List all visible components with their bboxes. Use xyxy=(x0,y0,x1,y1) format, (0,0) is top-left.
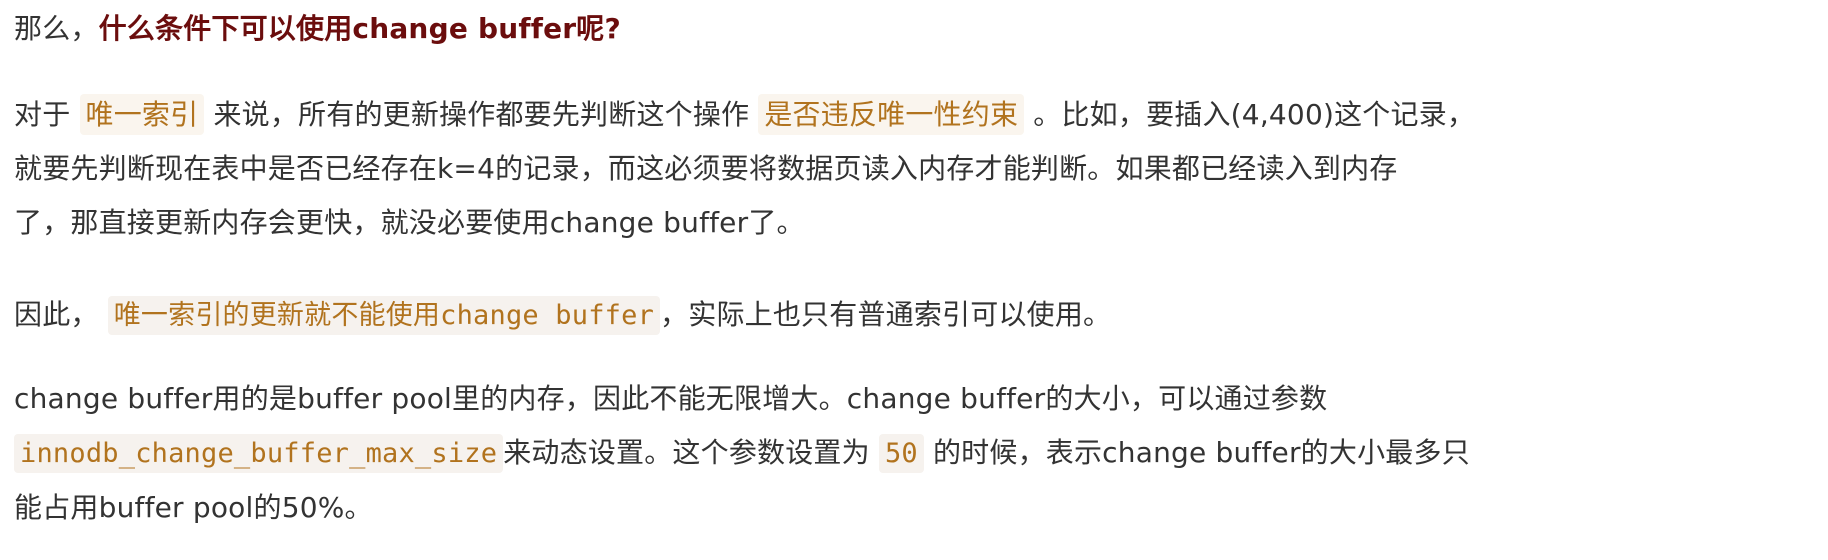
question-paragraph: 那么，什么条件下可以使用change buffer呢? xyxy=(14,2,621,56)
paragraph-line: 对于 唯一索引 来说，所有的更新操作都要先判断这个操作 是否违反唯一性约束 。比… xyxy=(14,88,1475,142)
unique-index-paragraph: 对于 唯一索引 来说，所有的更新操作都要先判断这个操作 是否违反唯一性约束 。比… xyxy=(14,88,1475,250)
paragraph-line: 能占用buffer pool的50%。 xyxy=(14,491,373,524)
text-segment: 对于 xyxy=(14,98,71,131)
paragraph-line: 就要先判断现在表中是否已经存在k=4的记录，而这必须要将数据页读入内存才能判断。… xyxy=(14,152,1398,185)
question-bold: 什么条件下可以使用change buffer呢? xyxy=(98,12,621,45)
change-buffer-size-paragraph: change buffer用的是buffer pool里的内存，因此不能无限增大… xyxy=(14,372,1470,535)
conclusion-paragraph: 因此， 唯一索引的更新就不能使用change buffer ，实际上也只有普通索引… xyxy=(14,288,1111,343)
paragraph-line: innodb_change_buffer_max_size 来动态设置。这个参数设… xyxy=(14,426,1470,481)
text-segment: 的时候，表示change buffer的大小最多只 xyxy=(932,436,1470,469)
paragraph-line: 了，那直接更新内存会更快，就没必要使用change buffer了。 xyxy=(14,206,805,239)
highlight-conclusion: 唯一索引的更新就不能使用change buffer xyxy=(107,296,661,335)
code-param-value: 50 xyxy=(878,434,924,473)
text-segment: 来动态设置。这个参数设置为 xyxy=(503,436,870,469)
highlight-unique-constraint: 是否违反唯一性约束 xyxy=(758,94,1025,135)
text-segment: 因此， xyxy=(14,298,99,331)
text-segment: 来说，所有的更新操作都要先判断这个操作 xyxy=(213,98,750,131)
question-lead: 那么， xyxy=(14,12,99,45)
code-param-name: innodb_change_buffer_max_size xyxy=(14,434,504,473)
text-segment: ，实际上也只有普通索引可以使用。 xyxy=(660,298,1112,331)
document: 那么，什么条件下可以使用change buffer呢? 对于 唯一索引 来说，所… xyxy=(0,0,1828,560)
highlight-unique-index: 唯一索引 xyxy=(79,94,205,135)
paragraph-line: change buffer用的是buffer pool里的内存，因此不能无限增大… xyxy=(14,382,1328,415)
text-segment: 。比如，要插入(4,400)这个记录， xyxy=(1033,98,1476,131)
